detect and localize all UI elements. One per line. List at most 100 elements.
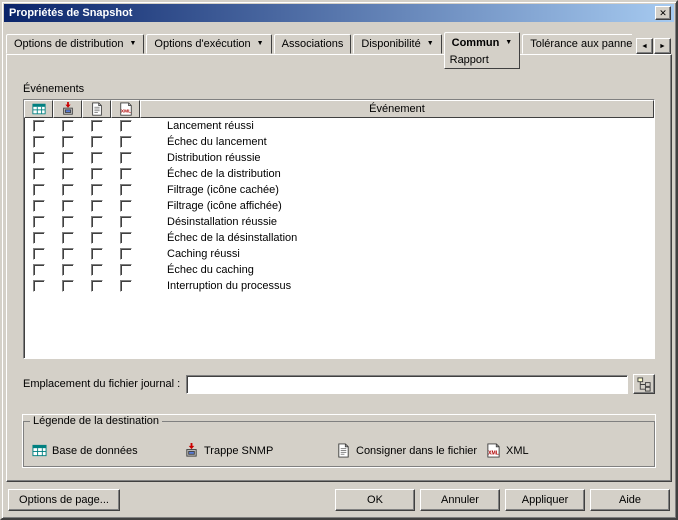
- event-label: Désinstallation réussie: [167, 216, 278, 228]
- event-checkbox-logfile[interactable]: [90, 216, 103, 228]
- event-checkbox-snmp[interactable]: [61, 232, 74, 244]
- tab-tolerance-pannes[interactable]: Tolérance aux panne: [522, 34, 632, 54]
- event-checkbox-database[interactable]: [32, 280, 45, 292]
- event-checkbox-xml[interactable]: [119, 120, 132, 132]
- header-snmp-column[interactable]: [53, 100, 82, 118]
- event-checkbox-logfile[interactable]: [90, 232, 103, 244]
- tab-options-distribution[interactable]: Options de distribution ▼: [6, 34, 145, 54]
- cancel-button[interactable]: Annuler: [420, 489, 500, 511]
- event-checkbox-snmp[interactable]: [61, 168, 74, 180]
- event-checkbox-database[interactable]: [32, 200, 45, 212]
- event-label: Échec du caching: [167, 264, 254, 276]
- event-checkbox-database[interactable]: [32, 168, 45, 180]
- event-checkbox-xml[interactable]: [119, 184, 132, 196]
- event-checkbox-snmp[interactable]: [61, 184, 74, 196]
- event-checkbox-snmp[interactable]: [61, 248, 74, 260]
- event-label: Lancement réussi: [167, 120, 254, 132]
- event-checkbox-logfile[interactable]: [90, 264, 103, 276]
- event-checkbox-xml[interactable]: [119, 248, 132, 260]
- event-checkbox-snmp[interactable]: [61, 120, 74, 132]
- event-checkbox-logfile[interactable]: [90, 248, 103, 260]
- event-checkbox-logfile[interactable]: [90, 184, 103, 196]
- events-table: Événement Lancement réussi Échec du lanc…: [23, 99, 655, 359]
- event-checkbox-database[interactable]: [32, 232, 45, 244]
- logfile-cell: [82, 200, 111, 212]
- event-checkbox-xml[interactable]: [119, 216, 132, 228]
- event-checkbox-snmp[interactable]: [61, 280, 74, 292]
- tab-label: Associations: [281, 38, 344, 50]
- event-checkbox-logfile[interactable]: [90, 120, 103, 132]
- event-checkbox-snmp[interactable]: [61, 136, 74, 148]
- event-checkbox-xml[interactable]: [119, 200, 132, 212]
- table-row: Interruption du processus: [24, 278, 654, 294]
- event-checkbox-xml[interactable]: [119, 280, 132, 292]
- event-checkbox-xml[interactable]: [119, 152, 132, 164]
- snmp-cell: [53, 120, 82, 132]
- logfile-icon: [336, 443, 351, 458]
- close-button[interactable]: ✕: [655, 6, 671, 20]
- tab-options-execution[interactable]: Options d'exécution ▼: [146, 34, 272, 54]
- logfile-cell: [82, 120, 111, 132]
- page-options-button[interactable]: Options de page...: [8, 489, 120, 511]
- database-cell: [24, 152, 53, 164]
- event-checkbox-database[interactable]: [32, 136, 45, 148]
- apply-button[interactable]: Appliquer: [505, 489, 585, 511]
- event-label: Caching réussi: [167, 248, 240, 260]
- log-file-path-input[interactable]: [186, 374, 628, 394]
- table-row: Échec du caching: [24, 262, 654, 278]
- xml-cell: [111, 168, 140, 180]
- xml-cell: [111, 152, 140, 164]
- tab-scroll-right-icon[interactable]: ►: [654, 38, 671, 54]
- dropdown-arrow-icon: ▼: [505, 38, 513, 46]
- logfile-cell: [82, 216, 111, 228]
- tab-disponibilite[interactable]: Disponibilité ▼: [353, 34, 442, 54]
- event-checkbox-database[interactable]: [32, 184, 45, 196]
- event-checkbox-snmp[interactable]: [61, 152, 74, 164]
- snmp-trap-icon: [61, 102, 75, 116]
- action-buttons: OK Annuler Appliquer Aide: [335, 489, 670, 511]
- event-checkbox-database[interactable]: [32, 264, 45, 276]
- header-event-column[interactable]: Événement: [140, 100, 654, 118]
- table-row: Désinstallation réussie: [24, 214, 654, 230]
- tab-associations[interactable]: Associations: [273, 34, 352, 54]
- events-group-label: Événements: [23, 83, 85, 95]
- tab-scroll-left-icon[interactable]: ◄: [636, 38, 653, 54]
- event-checkbox-logfile[interactable]: [90, 280, 103, 292]
- event-checkbox-logfile[interactable]: [90, 200, 103, 212]
- ok-button[interactable]: OK: [335, 489, 415, 511]
- title-bar[interactable]: Propriétés de Snapshot ✕: [4, 4, 674, 22]
- xml-cell: [111, 200, 140, 212]
- event-checkbox-database[interactable]: [32, 216, 45, 228]
- xml-cell: [111, 184, 140, 196]
- event-checkbox-xml[interactable]: [119, 136, 132, 148]
- header-database-column[interactable]: [24, 100, 53, 118]
- header-xml-column[interactable]: [111, 100, 140, 118]
- event-checkbox-database[interactable]: [32, 248, 45, 260]
- tab-commun[interactable]: Commun ▼ Rapport: [443, 32, 521, 69]
- destination-legend-group: Légende de la destination Base de donnée…: [22, 414, 656, 468]
- tab-commun-subpage-rapport[interactable]: Rapport: [443, 53, 521, 69]
- xml-cell: [111, 232, 140, 244]
- browse-button[interactable]: [633, 374, 655, 394]
- snmp-cell: [53, 216, 82, 228]
- event-checkbox-snmp[interactable]: [61, 264, 74, 276]
- event-checkbox-xml[interactable]: [119, 264, 132, 276]
- event-label: Interruption du processus: [167, 280, 292, 292]
- legend-item-database: Base de données: [32, 443, 138, 458]
- dropdown-arrow-icon: ▼: [426, 39, 434, 47]
- event-checkbox-logfile[interactable]: [90, 168, 103, 180]
- event-checkbox-xml[interactable]: [119, 168, 132, 180]
- event-checkbox-snmp[interactable]: [61, 200, 74, 212]
- event-checkbox-database[interactable]: [32, 120, 45, 132]
- tab-label: Commun: [451, 37, 500, 49]
- event-checkbox-xml[interactable]: [119, 232, 132, 244]
- event-checkbox-logfile[interactable]: [90, 152, 103, 164]
- header-logfile-column[interactable]: [82, 100, 111, 118]
- event-checkbox-logfile[interactable]: [90, 136, 103, 148]
- event-checkbox-snmp[interactable]: [61, 216, 74, 228]
- logfile-cell: [82, 248, 111, 260]
- help-button[interactable]: Aide: [590, 489, 670, 511]
- xml-cell: [111, 280, 140, 292]
- event-checkbox-database[interactable]: [32, 152, 45, 164]
- database-cell: [24, 248, 53, 260]
